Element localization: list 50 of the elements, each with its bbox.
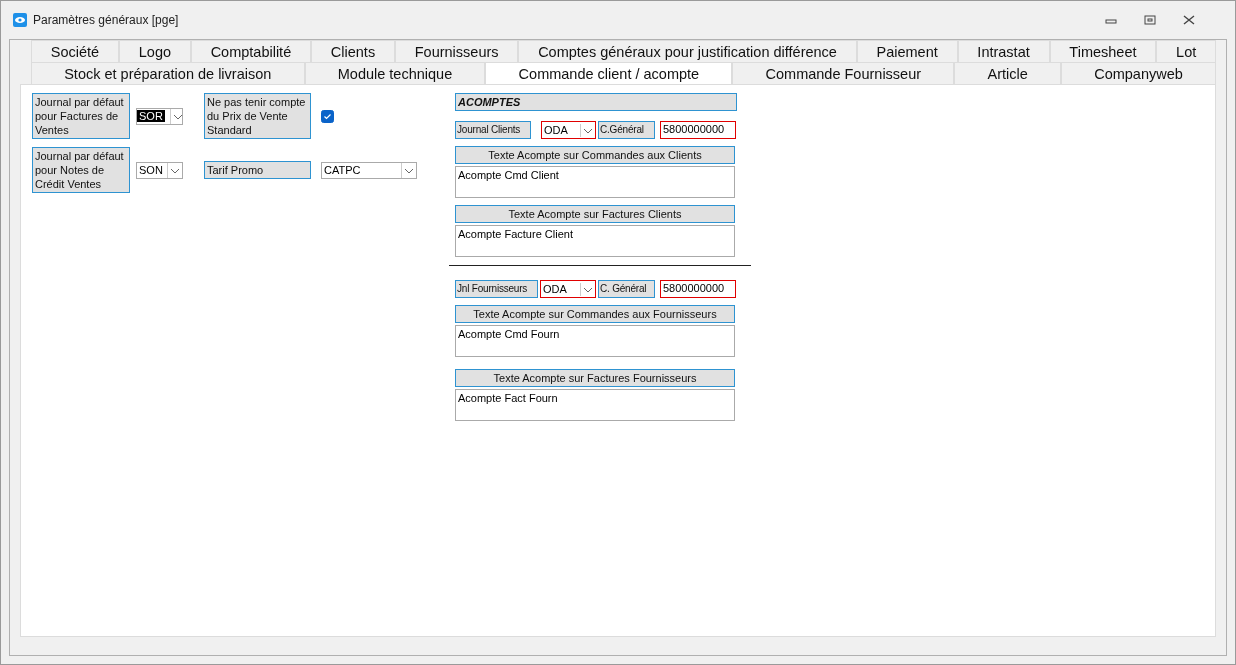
dropdown[interactable]: CATPC (321, 161, 417, 179)
tab[interactable]: Intrastat (957, 40, 1050, 62)
caret-icon (580, 282, 595, 296)
tab[interactable]: Logo (118, 40, 191, 62)
tab[interactable]: Commande Fournisseur (732, 62, 955, 84)
tab[interactable]: Comptes généraux pour justification différence (518, 40, 857, 62)
field-label: Texte Acompte sur Commandes aux Fournisseurs (455, 305, 735, 323)
field-label: Journal par défaut pour Notes de Crédit Ventes (32, 147, 130, 193)
tab[interactable]: Timesheet (1049, 40, 1157, 62)
text-area[interactable]: Acompte Cmd Fourn (455, 325, 735, 357)
input-field[interactable]: 5800000000 (660, 121, 736, 139)
maximize-icon[interactable] (1144, 15, 1156, 25)
caret-icon (167, 162, 182, 178)
text-area[interactable]: Acompte Cmd Client (455, 166, 735, 198)
caret-icon (401, 162, 416, 178)
eye-icon (13, 13, 27, 27)
caret-icon (169, 108, 185, 124)
tab[interactable]: Clients (311, 40, 395, 62)
checkbox[interactable] (321, 109, 334, 123)
field-label: Journal Clients (455, 121, 531, 139)
text-area[interactable]: Acompte Facture Client (455, 225, 735, 257)
field-label: Texte Acompte sur Factures Clients (455, 205, 735, 223)
tab[interactable]: Comptabilité (190, 40, 311, 62)
tab[interactable]: Société (31, 40, 119, 62)
field-label: Tarif Promo (204, 161, 311, 179)
field-label: C.Général (598, 121, 655, 139)
tab[interactable]: Module technique (304, 62, 486, 84)
input-field[interactable]: 5800000000 (660, 280, 736, 298)
tab[interactable]: Article (954, 62, 1061, 84)
tab[interactable]: Companyweb (1060, 62, 1217, 84)
field-label: C. Général (598, 280, 655, 298)
dropdown[interactable]: SON (136, 161, 183, 179)
tab[interactable]: Stock et préparation de livraison (31, 62, 305, 84)
field-label: Texte Acompte sur Factures Fournisseurs (455, 369, 735, 387)
dropdown[interactable]: ODA (540, 280, 596, 298)
tab[interactable]: Lot (1156, 40, 1217, 62)
window-title: Paramètres généraux [pge] (33, 13, 179, 27)
field-label: Ne pas tenir compte du Prix de Vente Standard (204, 93, 311, 139)
tab[interactable]: Paiement (856, 40, 958, 62)
dropdown[interactable]: SOR (136, 107, 183, 125)
caret-icon (580, 123, 595, 137)
section-header: ACOMPTES (455, 93, 737, 111)
text-area[interactable]: Acompte Fact Fourn (455, 389, 735, 421)
field-label: Journal par défaut pour Factures de Ventes (32, 93, 130, 139)
field-label: Jnl Fournisseurs (455, 280, 538, 298)
tab[interactable]: Commande client / acompte (485, 62, 733, 84)
close-icon[interactable] (1183, 15, 1195, 25)
field-label: Texte Acompte sur Commandes aux Clients (455, 146, 735, 164)
dropdown[interactable]: ODA (541, 121, 596, 139)
tab[interactable]: Fournisseurs (394, 40, 519, 62)
